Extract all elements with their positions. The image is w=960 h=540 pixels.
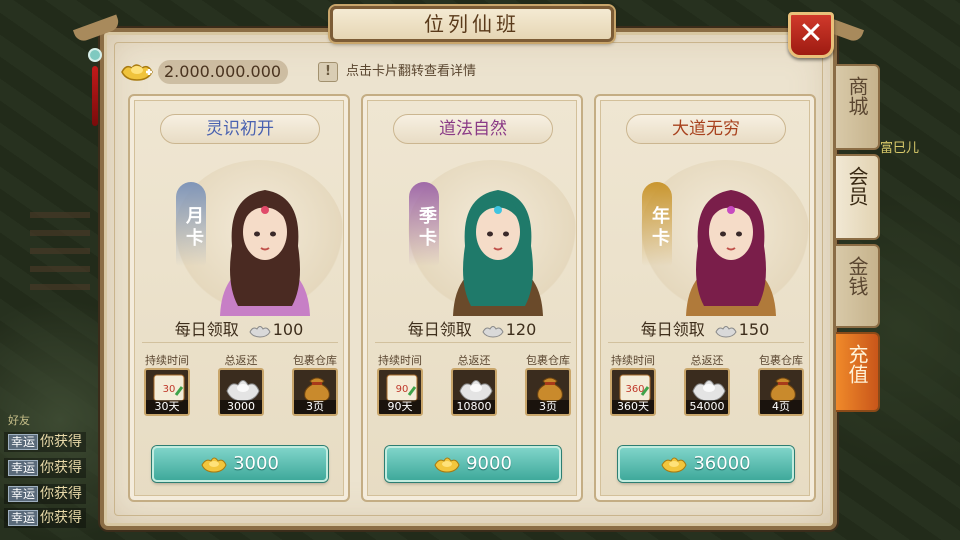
bag-storage-label: 包裹仓库 — [293, 354, 337, 367]
buy-button[interactable]: 9000 — [385, 446, 561, 482]
daily-amount: 120 — [505, 320, 537, 339]
bag-storage-label: 包裹仓库 — [526, 354, 570, 367]
chat-line: 幸运 你获得 — [4, 458, 87, 478]
total-return-label: 总返还 — [690, 354, 724, 367]
daily-label: 每日领取 — [407, 320, 472, 339]
calendar-scroll-icon: 30 — [153, 374, 185, 402]
bag-storage-item[interactable]: 3页 — [292, 368, 338, 416]
daily-reward: 每日领取 120 — [363, 316, 581, 340]
flip-tip: ! 点击卡片翻转查看详情 — [318, 60, 476, 84]
total-return-item[interactable]: 10800 — [451, 368, 497, 416]
daily-reward: 每日领取 100 — [130, 316, 348, 340]
character-portrait — [220, 190, 310, 316]
character-portrait — [686, 190, 776, 316]
window-title: 位列仙班 — [330, 6, 614, 42]
tab-recharge[interactable]: 充值 — [836, 332, 880, 412]
card-title: 大道无穷 — [626, 114, 786, 144]
money-bag-icon — [770, 377, 796, 403]
tip-text: 点击卡片翻转查看详情 — [346, 64, 477, 79]
svg-text:30: 30 — [163, 384, 176, 395]
chat-line: 幸运 你获得 — [4, 432, 87, 452]
daily-amount: 100 — [272, 320, 304, 339]
divider — [375, 342, 571, 343]
total-return-item[interactable]: 54000 — [684, 368, 730, 416]
gold-ingot-icon — [121, 64, 153, 81]
silver-ingot-icon — [459, 380, 493, 402]
silver-ingot-icon — [249, 325, 271, 338]
daily-amount: 150 — [738, 320, 770, 339]
divider — [142, 342, 338, 343]
bag-storage-item[interactable]: 4页 — [758, 368, 804, 416]
duration-item[interactable]: 30 30天 — [144, 368, 190, 416]
membership-card[interactable]: 灵识初开 月卡 每日领取 100 持续时间 总返还 包裹仓库 30 30天 300… — [128, 94, 350, 502]
silver-ingot-icon — [715, 325, 737, 338]
money-bag-icon — [304, 377, 330, 403]
daily-reward: 每日领取 150 — [596, 316, 814, 340]
buy-button[interactable]: 3000 — [152, 446, 328, 482]
membership-card[interactable]: 道法自然 季卡 每日领取 120 持续时间 总返还 包裹仓库 90 90天 108… — [361, 94, 583, 502]
silver-ingot-icon — [692, 380, 726, 402]
player-name: 富巳儿 — [880, 141, 920, 156]
duration-item[interactable]: 90 90天 — [377, 368, 423, 416]
silver-ingot-icon — [482, 325, 504, 338]
duration-label: 持续时间 — [378, 354, 422, 367]
card-title: 道法自然 — [393, 114, 553, 144]
exclamation-icon: ! — [318, 61, 338, 82]
chat-line: 幸运 你获得 — [4, 508, 87, 528]
total-return-label: 总返还 — [224, 354, 258, 367]
gold-ingot-icon — [661, 457, 687, 473]
bag-storage-item[interactable]: 3页 — [525, 368, 571, 416]
chat-header: 好友 — [8, 414, 30, 427]
membership-card[interactable]: 大道无穷 年卡 每日领取 150 持续时间 总返还 包裹仓库 360 360天 5… — [594, 94, 816, 502]
gold-balance: 2.000.000.000 — [120, 58, 288, 86]
total-return-item[interactable]: 3000 — [218, 368, 264, 416]
daily-label: 每日领取 — [640, 320, 705, 339]
background-ladder — [30, 200, 90, 290]
jade-pendant-decoration — [86, 30, 104, 140]
tab-membership[interactable]: 会员 — [836, 154, 880, 240]
buy-button[interactable]: 36000 — [618, 446, 794, 482]
divider — [608, 342, 804, 343]
gold-ingot-icon — [201, 457, 227, 473]
character-portrait — [453, 190, 543, 316]
chat-line: 幸运 你获得 — [4, 484, 87, 504]
gold-ingot-icon — [434, 457, 460, 473]
gold-amount: 2.000.000.000 — [158, 60, 288, 84]
tab-money[interactable]: 金钱 — [836, 244, 880, 328]
card-type-ribbon: 季卡 — [409, 182, 439, 266]
duration-label: 持续时间 — [145, 354, 189, 367]
calendar-scroll-icon: 360 — [619, 374, 651, 402]
card-type-ribbon: 年卡 — [642, 182, 672, 266]
close-button[interactable]: ✕ — [788, 12, 834, 58]
bag-storage-label: 包裹仓库 — [759, 354, 803, 367]
card-title: 灵识初开 — [160, 114, 320, 144]
tab-shop[interactable]: 商城 — [836, 64, 880, 150]
daily-label: 每日领取 — [174, 320, 239, 339]
silver-ingot-icon — [226, 380, 260, 402]
calendar-scroll-icon: 90 — [386, 374, 418, 402]
card-type-ribbon: 月卡 — [176, 182, 206, 266]
total-return-label: 总返还 — [457, 354, 491, 367]
money-bag-icon — [537, 377, 563, 403]
duration-item[interactable]: 360 360天 — [610, 368, 656, 416]
duration-label: 持续时间 — [611, 354, 655, 367]
svg-text:90: 90 — [396, 384, 409, 395]
